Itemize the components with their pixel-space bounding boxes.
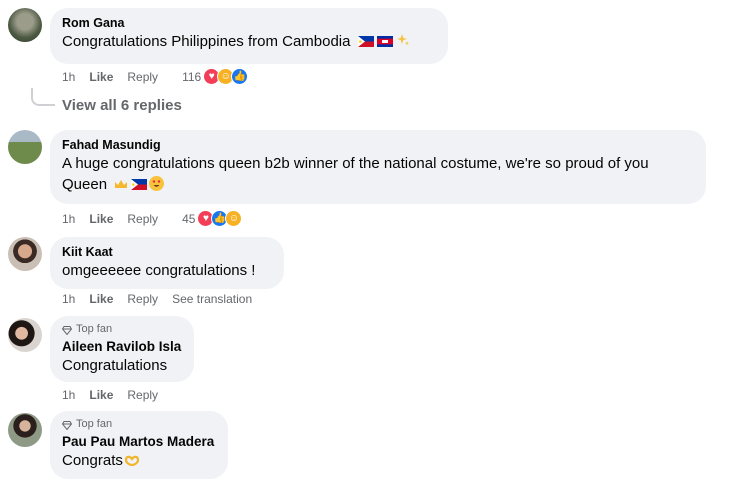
sparkles-icon: [396, 32, 410, 46]
cambodia-flag-icon: [376, 32, 393, 47]
reaction-count[interactable]: 116: [182, 70, 201, 84]
comment-text: omgeeeeee congratulations !: [62, 262, 256, 279]
comment-text-body: Congrats: [62, 452, 123, 469]
commenter-name[interactable]: Rom Gana: [62, 15, 436, 31]
like-button[interactable]: Like: [89, 292, 113, 306]
like-reaction-icon: 👍: [231, 68, 249, 85]
care-reaction-icon: ☺: [225, 210, 243, 227]
comment-bubble: Rom Gana Congratulations Philippines fro…: [50, 8, 448, 64]
comment-bubble: Fahad Masundig A huge congratulations qu…: [50, 130, 706, 204]
comment-bubble: Kiit Kaat omgeeeeee congratulations !: [50, 237, 284, 289]
comment-time[interactable]: 1h: [62, 292, 75, 306]
top-fan-badge: Top fan: [61, 417, 216, 431]
top-fan-badge: Top fan: [61, 322, 182, 336]
comment-text-body: Congratulations Philippines from Cambodi…: [62, 33, 351, 50]
like-button[interactable]: Like: [89, 388, 113, 402]
top-fan-label: Top fan: [76, 323, 113, 335]
avatar[interactable]: [8, 237, 42, 271]
heart-hands-icon: [124, 451, 140, 467]
avatar[interactable]: [8, 130, 42, 164]
view-replies-link[interactable]: View all 6 replies: [62, 97, 182, 114]
comment-text: Congratulations: [62, 357, 168, 374]
crown-icon: [114, 175, 128, 188]
top-fan-label: Top fan: [76, 418, 113, 430]
reply-button[interactable]: Reply: [127, 292, 158, 306]
philippines-flag-icon: [357, 32, 374, 47]
commenter-name[interactable]: Pau Pau Martos Madera: [62, 434, 216, 450]
reply-button[interactable]: Reply: [127, 70, 158, 84]
comment-bubble: Top fan Aileen Ravilob Isla Congratulati…: [50, 316, 194, 382]
avatar[interactable]: [8, 8, 42, 42]
like-button[interactable]: Like: [89, 212, 113, 226]
comment-time[interactable]: 1h: [62, 212, 75, 226]
reactions[interactable]: ♥ 👍 ☺: [197, 210, 243, 227]
see-translation-link[interactable]: See translation: [172, 292, 252, 306]
comment-actions: 1h Like Reply 45 ♥ 👍 ☺: [62, 210, 243, 227]
philippines-flag-icon: [131, 175, 148, 190]
comment-bubble: Top fan Pau Pau Martos Madera Congrats: [50, 411, 228, 479]
comment-text: A huge congratulations queen b2b winner …: [62, 153, 694, 195]
comment-time[interactable]: 1h: [62, 388, 75, 402]
comment-time[interactable]: 1h: [62, 70, 75, 84]
avatar[interactable]: [8, 413, 42, 447]
commenter-name[interactable]: Fahad Masundig: [62, 137, 694, 153]
diamond-icon: [61, 420, 73, 430]
reply-button[interactable]: Reply: [127, 388, 158, 402]
comment-actions: 1h Like Reply: [62, 388, 172, 402]
heart-eyes-emoji-icon: [149, 176, 165, 191]
diamond-icon: [61, 325, 73, 335]
reactions[interactable]: ♥ ☺ 👍: [203, 68, 249, 85]
comment-actions: 1h Like Reply 116 ♥ ☺ 👍: [62, 68, 249, 85]
comment-actions: 1h Like Reply See translation: [62, 292, 266, 306]
avatar[interactable]: [8, 318, 42, 352]
commenter-name[interactable]: Kiit Kaat: [62, 244, 272, 260]
reaction-count[interactable]: 45: [182, 212, 195, 226]
reply-thread-line: [31, 88, 55, 106]
comment-text: Congratulations Philippines from Cambodi…: [62, 31, 436, 52]
commenter-name[interactable]: Aileen Ravilob Isla: [62, 339, 182, 355]
reply-button[interactable]: Reply: [127, 212, 158, 226]
comment-text: Congrats: [62, 450, 216, 471]
like-button[interactable]: Like: [89, 70, 113, 84]
